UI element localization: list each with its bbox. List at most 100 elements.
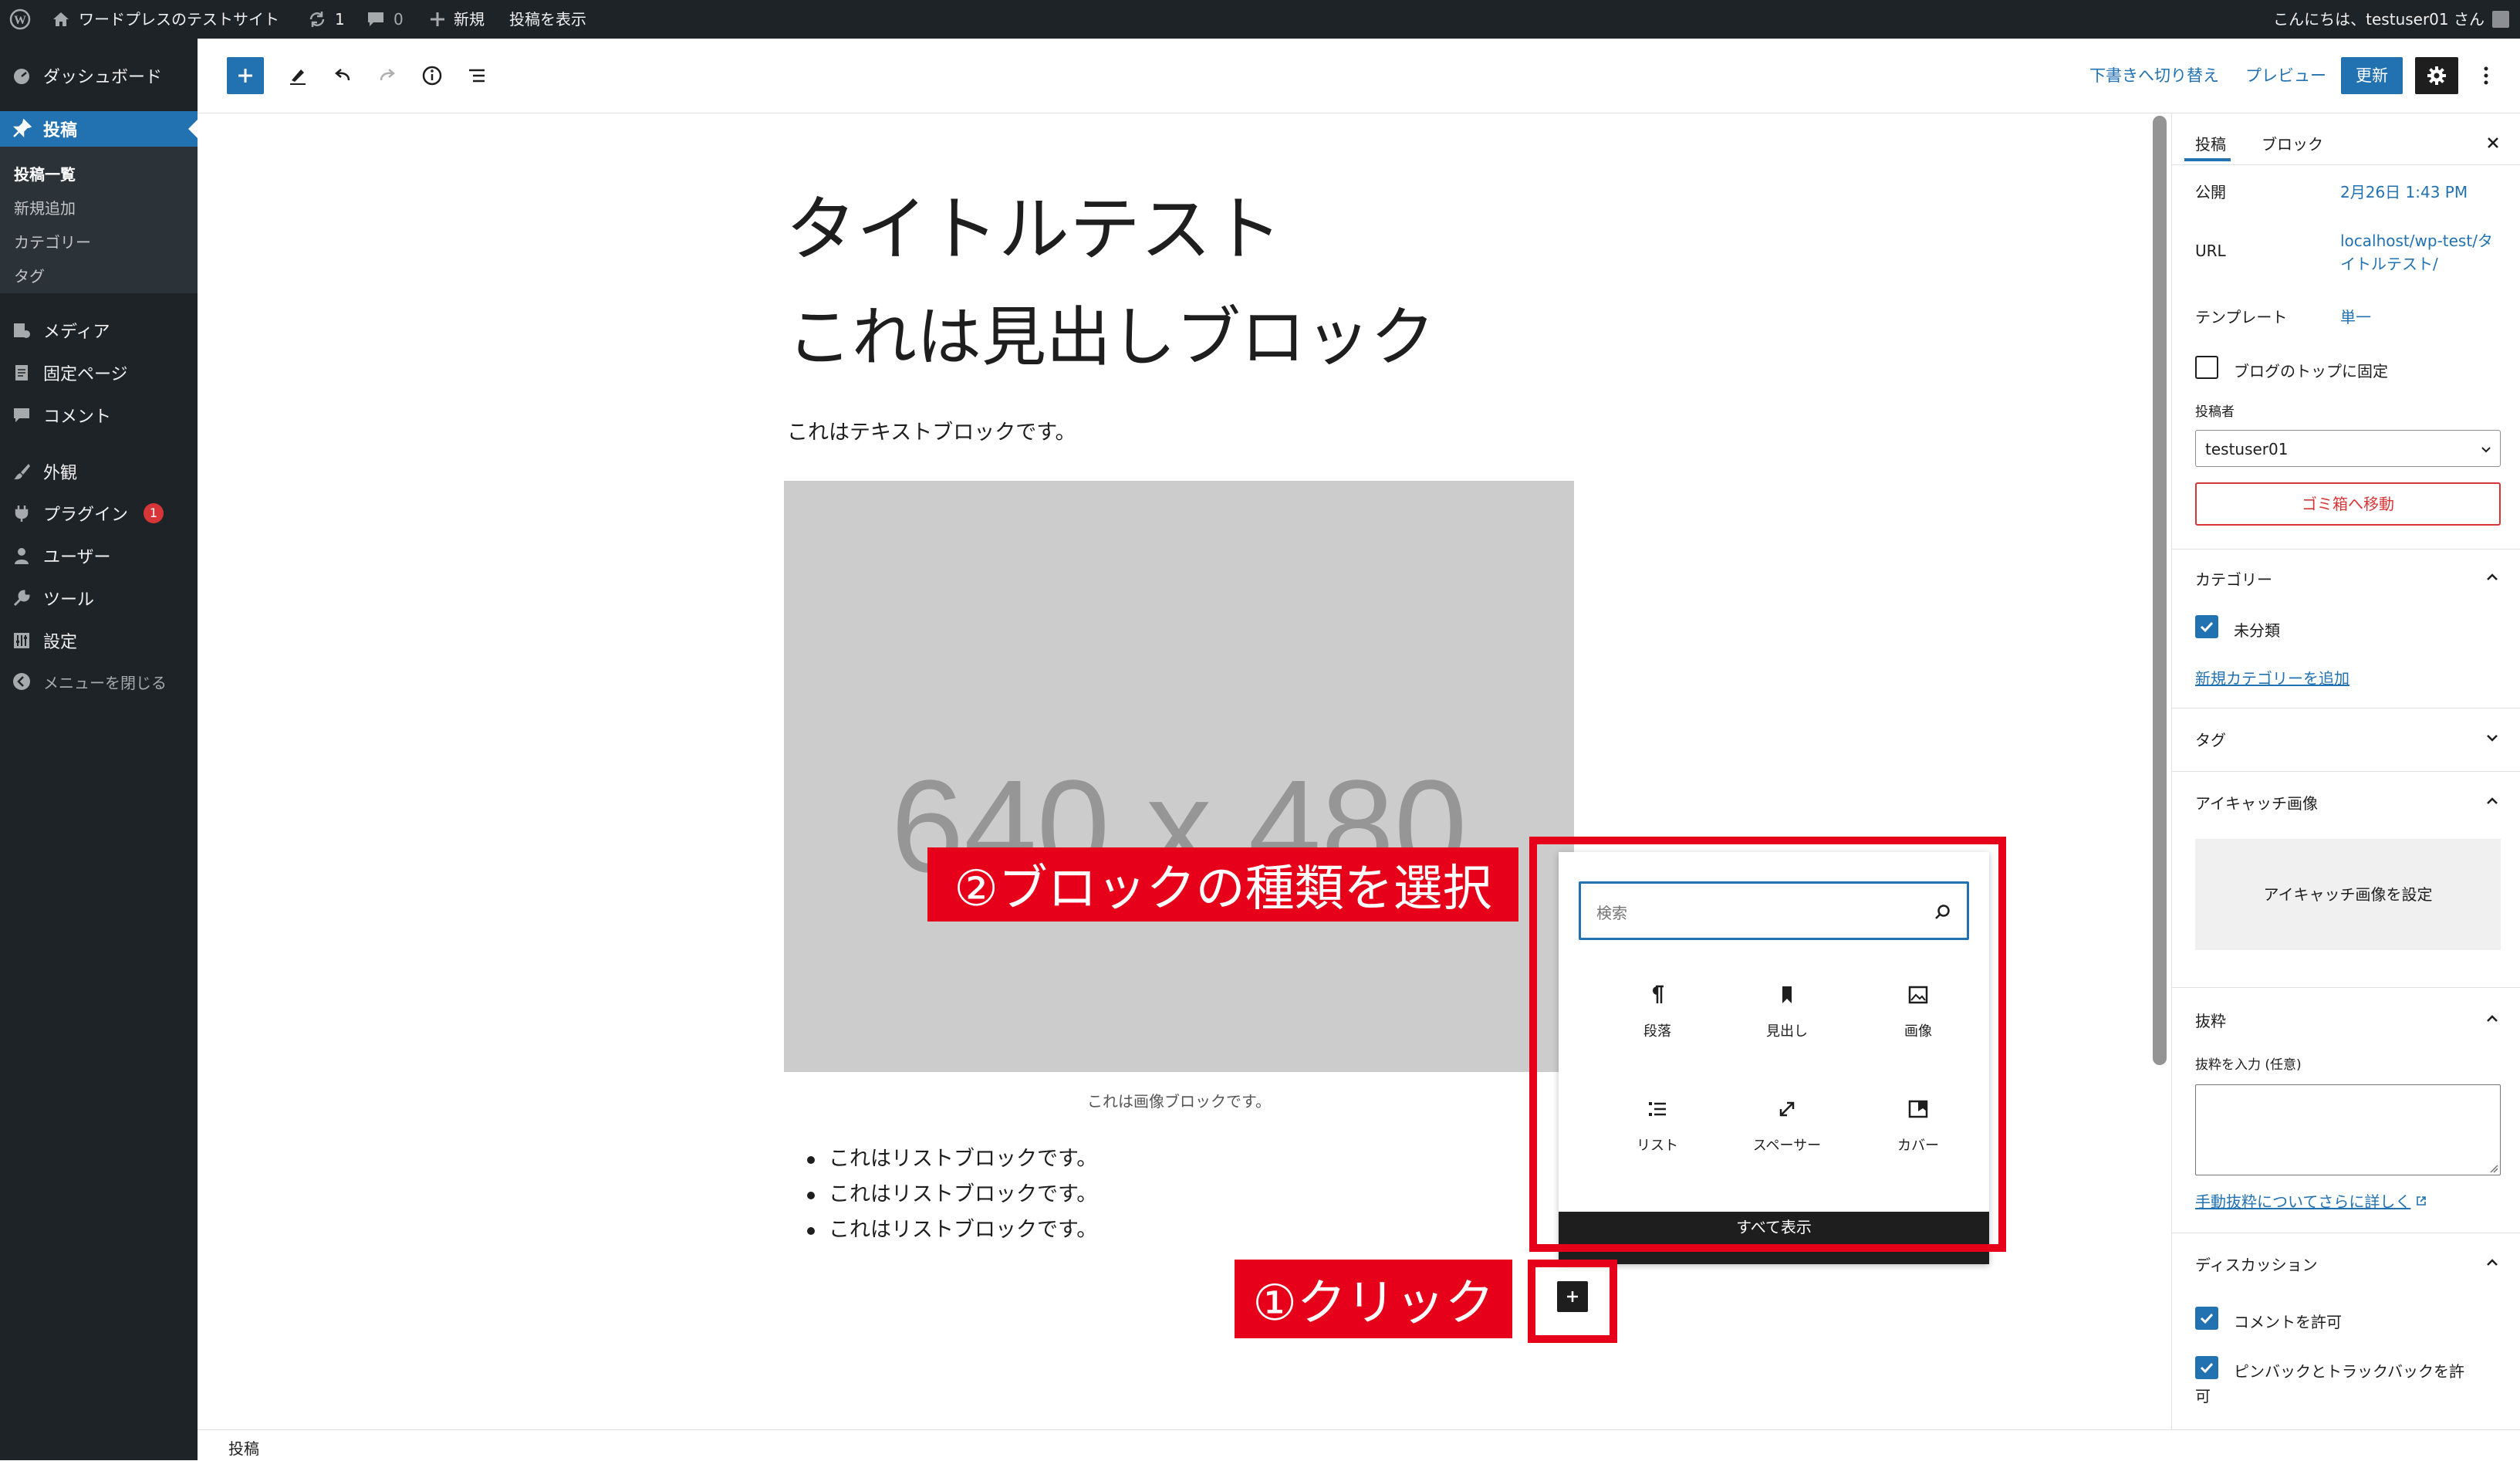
publish-date-link[interactable]: 2月26日 1:43 PM (2340, 180, 2468, 202)
sidebar-item-users[interactable]: ユーザー (0, 538, 198, 573)
preview-button[interactable]: プレビュー (2245, 62, 2326, 90)
chevron-up-icon[interactable] (2484, 793, 2501, 810)
submenu-categories[interactable]: カテゴリー (14, 230, 91, 252)
update-button[interactable]: 更新 (2341, 57, 2403, 94)
chevron-down-icon[interactable] (2484, 729, 2501, 746)
submenu-all-posts[interactable]: 投稿一覧 (14, 162, 76, 184)
updates-link[interactable]: 1 (307, 0, 345, 39)
heading-block[interactable]: これは見出しブロック (787, 299, 1435, 376)
excerpt-help-link[interactable]: 手動抜粋についてさらに詳しく (2195, 1189, 2427, 1212)
close-icon[interactable] (2485, 135, 2501, 150)
allow-pingbacks-checkbox[interactable] (2195, 1356, 2218, 1379)
divider (2172, 771, 2520, 772)
add-category-link[interactable]: 新規カテゴリーを追加 (2195, 666, 2349, 688)
undo-icon (335, 69, 350, 81)
list-item-text: これはリストブロックです。 (829, 1147, 1098, 1171)
dashboard-gauge-icon (11, 65, 32, 86)
new-label: 新規 (454, 10, 485, 29)
template-link[interactable]: 単一 (2340, 305, 2371, 327)
post-title[interactable]: タイトルテスト (785, 188, 1282, 272)
block-breadcrumb[interactable]: 投稿 (228, 1436, 259, 1459)
sidebar-collapse-menu[interactable]: メニューを閉じる (0, 664, 198, 699)
site-name-link[interactable]: ワードプレスのテストサイト (51, 0, 279, 39)
redo-icon (380, 69, 395, 81)
details-button[interactable] (414, 57, 451, 94)
tags-panel-title[interactable]: タグ (2195, 728, 2226, 750)
sidebar-item-comments[interactable]: コメント (0, 397, 198, 433)
divider (2172, 164, 2520, 165)
editor-footer: 投稿 (198, 1429, 2520, 1461)
excerpt-label: 抜粋を入力 (任意) (2195, 1057, 2302, 1073)
chevron-up-icon[interactable] (2484, 569, 2501, 586)
switch-to-draft-button[interactable]: 下書きへ切り替え (2089, 62, 2219, 90)
editor-scrollbar[interactable] (2153, 116, 2167, 1065)
url-link[interactable]: localhost/wp-test/タ イトルテスト/ (2340, 229, 2493, 276)
plug-icon (11, 502, 32, 524)
submenu-add-new[interactable]: 新規追加 (14, 196, 76, 218)
tools-edit-button[interactable] (279, 57, 316, 94)
chevron-up-icon[interactable] (2484, 1010, 2501, 1027)
excerpt-textarea[interactable] (2195, 1084, 2501, 1175)
submenu-tags[interactable]: タグ (14, 264, 45, 286)
sidebar-label: コメント (43, 408, 112, 427)
wrench-icon (11, 587, 32, 609)
undo-button[interactable] (324, 57, 361, 94)
editor-toolbar: 下書きへ切り替え プレビュー 更新 (198, 39, 2520, 113)
image-caption[interactable]: これは画像ブロックです。 (784, 1089, 1574, 1111)
category-uncategorized-checkbox[interactable] (2195, 615, 2218, 638)
sidebar-item-dashboard[interactable]: ダッシュボード (0, 58, 198, 93)
move-to-trash-button[interactable]: ゴミ箱へ移動 (2195, 482, 2501, 526)
sidebar-item-tools[interactable]: ツール (0, 580, 198, 616)
user-account-menu[interactable]: こんにちは、testuser01 さん (2273, 0, 2509, 39)
sidebar-label: 設定 (43, 633, 78, 652)
paragraph-block[interactable]: これはテキストブロックです。 (787, 419, 1076, 447)
author-select[interactable]: testuser01 (2195, 430, 2501, 467)
chevron-up-icon[interactable] (2484, 1254, 2501, 1271)
tab-block[interactable]: ブロック (2262, 132, 2323, 154)
image-block[interactable]: 640 x 480 (784, 481, 1574, 1072)
more-options-button[interactable] (2471, 57, 2501, 94)
comments-link[interactable]: 0 (366, 0, 404, 39)
view-post-link[interactable]: 投稿を表示 (509, 0, 586, 39)
active-tab-indicator (2184, 158, 2231, 161)
sidebar-label: メディア (43, 323, 110, 342)
list-view-button[interactable] (458, 57, 495, 94)
sticky-checkbox[interactable] (2195, 356, 2218, 379)
list-block[interactable]: これはリストブロックです。 これはリストブロックです。 これはリストブロックです… (807, 1141, 1097, 1248)
sidebar-item-appearance[interactable]: 外観 (0, 454, 198, 489)
sidebar-item-pages[interactable]: 固定ページ (0, 355, 198, 391)
add-block-button[interactable] (1557, 1281, 1588, 1312)
allow-pingbacks-label-cont: 可 (2195, 1387, 2211, 1405)
list-item: これはリストブロックです。 (807, 1212, 1097, 1248)
pencil-icon (290, 69, 306, 85)
url-line: localhost/wp-test/タ (2340, 232, 2493, 250)
admin-bar: W ワードプレスのテストサイト 1 0 新規 投稿を表示 こんにちは、testu… (0, 0, 2520, 39)
redo-button[interactable] (369, 57, 406, 94)
excerpt-panel-title[interactable]: 抜粋 (2195, 1009, 2226, 1031)
settings-sidebar: 投稿 ブロック 公開 2月26日 1:43 PM URL localhost/w… (2171, 113, 2520, 1460)
sidebar-item-settings[interactable]: 設定 (0, 623, 198, 658)
settings-toggle-button[interactable] (2415, 57, 2458, 94)
sidebar-item-posts[interactable]: 投稿 (0, 111, 198, 147)
resize-handle-icon[interactable] (2489, 1164, 2498, 1173)
sidebar-item-media[interactable]: メディア (0, 313, 198, 348)
sidebar-label: 外観 (43, 464, 78, 483)
wordpress-logo-icon[interactable]: W (9, 0, 31, 39)
active-arrow-indicator (188, 120, 198, 138)
set-featured-image-button[interactable]: アイキャッチ画像を設定 (2195, 839, 2501, 950)
sidebar-label: 投稿 (43, 121, 78, 140)
info-icon (422, 66, 442, 86)
discussion-panel-title[interactable]: ディスカッション (2195, 1253, 2318, 1275)
tab-post[interactable]: 投稿 (2195, 132, 2226, 154)
block-inserter-toggle[interactable] (227, 57, 264, 94)
pin-icon (11, 118, 32, 140)
categories-panel-title[interactable]: カテゴリー (2195, 567, 2272, 590)
paintbrush-icon (11, 461, 32, 482)
sidebar-item-plugins[interactable]: プラグイン 1 (0, 495, 198, 531)
annotation-frame-inserter (1529, 837, 2006, 1252)
author-label: 投稿者 (2195, 404, 2235, 420)
allow-comments-checkbox[interactable] (2195, 1307, 2218, 1330)
featured-image-panel-title[interactable]: アイキャッチ画像 (2195, 791, 2318, 813)
new-content-link[interactable]: 新規 (429, 0, 485, 39)
annotation-step1: ①クリック (1235, 1260, 1512, 1338)
